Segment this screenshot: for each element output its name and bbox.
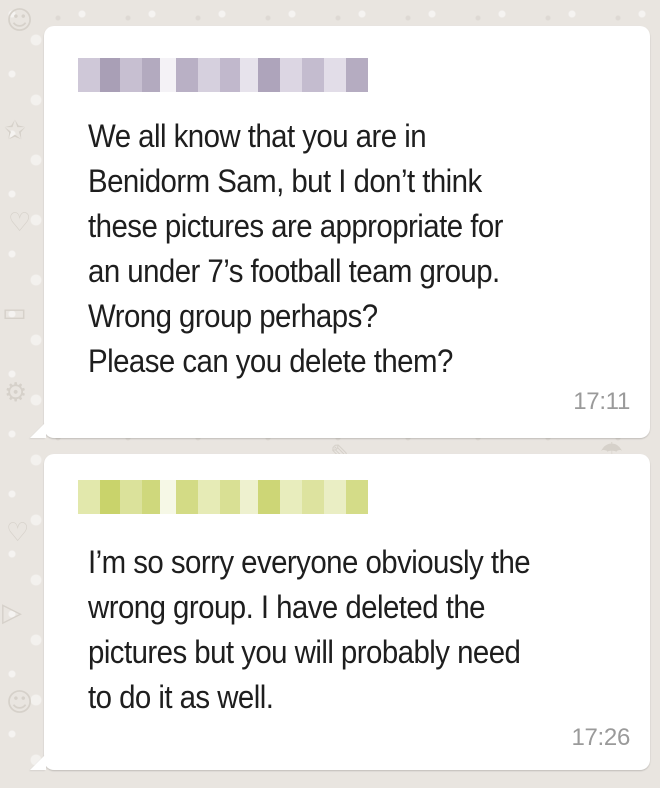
message-timestamp: 17:11 <box>573 388 630 415</box>
doodle-icon: ▷ <box>2 598 22 628</box>
message-text: I’m so sorry everyone obviously the wron… <box>88 544 531 715</box>
bubble-tail <box>30 754 46 770</box>
doodle-icon: ✩ <box>4 116 26 146</box>
doodle-icon: ♡ <box>8 208 32 238</box>
doodle-icon: ♡ <box>6 518 30 548</box>
message-timestamp: 17:26 <box>571 724 630 751</box>
sender-name-blurred <box>78 480 368 514</box>
bubble-tail <box>30 422 46 438</box>
doodle-icon: ▭ <box>2 298 27 328</box>
doodle-icon: ☺ <box>6 6 34 36</box>
message-bubble[interactable]: I’m so sorry everyone obviously the wron… <box>30 454 650 770</box>
doodle-icon: ☺ <box>6 688 34 718</box>
message-bubble[interactable]: We all know that you are in Benidorm Sam… <box>30 26 650 438</box>
message-text: We all know that you are in Benidorm Sam… <box>88 118 503 379</box>
doodle-icon: ⚙ <box>4 378 28 408</box>
sender-name-blurred <box>78 58 368 92</box>
